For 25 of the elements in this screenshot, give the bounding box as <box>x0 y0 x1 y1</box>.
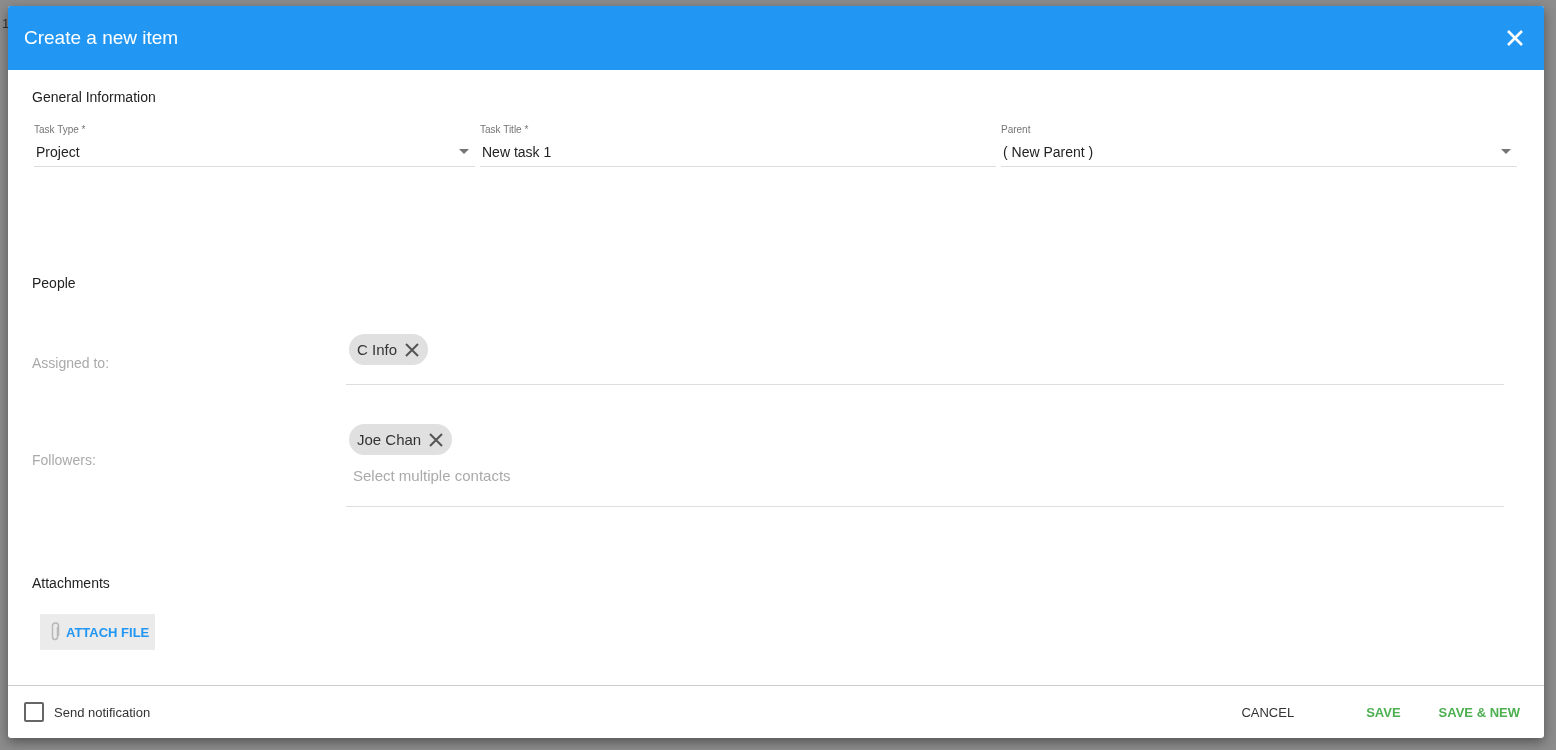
section-heading: General Information <box>32 88 157 107</box>
dropdown-field[interactable]: Project <box>34 137 475 167</box>
dropdown-field[interactable]: ( New Parent ) <box>1001 137 1517 167</box>
chip-label: C Info <box>357 341 398 358</box>
field-label: Parent <box>1001 123 1032 137</box>
chip-label: Joe Chan <box>357 431 422 448</box>
field-label: Task Title * <box>480 123 530 137</box>
paperclip-icon <box>50 622 60 642</box>
remove-icon[interactable] <box>429 432 444 447</box>
remove-icon[interactable] <box>405 342 420 357</box>
field-label: Followers: <box>32 451 97 470</box>
section-heading: Attachments <box>32 574 111 593</box>
field-label: Assigned to: <box>32 354 111 373</box>
caret-icon <box>459 149 469 154</box>
caret-icon <box>1501 149 1511 154</box>
close-button[interactable] <box>1506 29 1524 47</box>
cancel-button[interactable]: CANCEL <box>1231 696 1305 728</box>
checkbox[interactable] <box>24 702 44 722</box>
contact-field[interactable]: C Info <box>346 334 1504 385</box>
input-field[interactable]: New task 1 <box>480 137 996 167</box>
contact-field[interactable]: Joe Chan Select multiple contacts <box>346 424 1504 507</box>
dialog-title: Create a new item <box>24 27 179 49</box>
field-label: Task Type * <box>34 123 87 137</box>
checkbox-label: Send notification <box>54 704 151 720</box>
section-heading: People <box>32 274 77 293</box>
